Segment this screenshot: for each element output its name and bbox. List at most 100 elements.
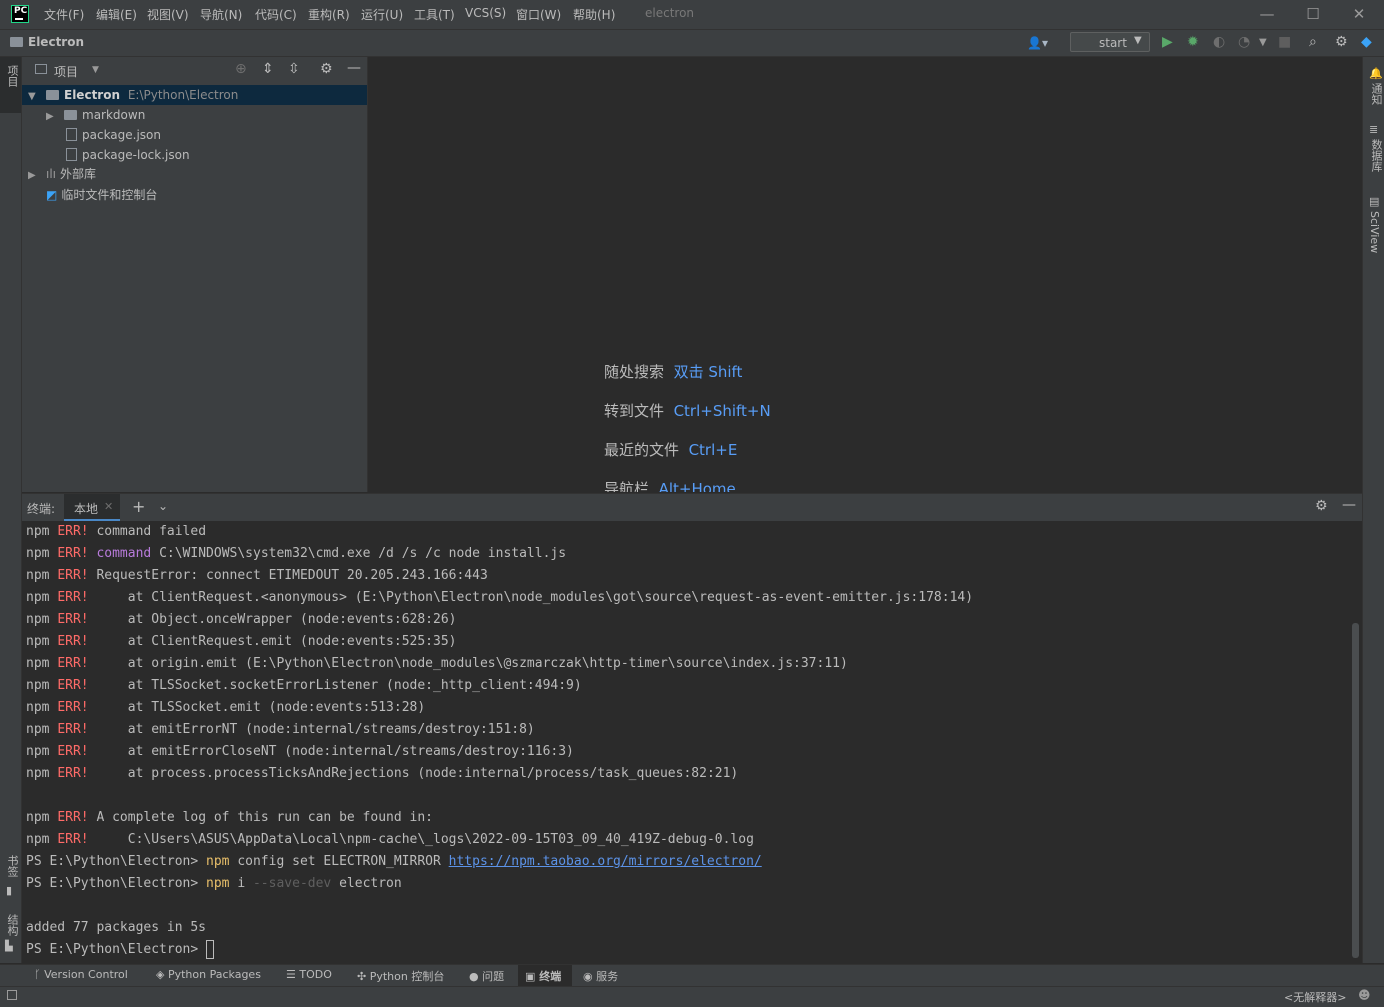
tool-python-console[interactable]: ✣ Python 控制台 [357,968,444,984]
user-icon[interactable]: 👤▾ [1027,36,1048,50]
tool-window-bar: ᚴ Version Control ◈ Python Packages ☰ TO… [0,964,1384,987]
terminal-prompt-line[interactable]: PS E:\Python\Electron> [26,939,215,961]
terminal-line: npm ERR! at TLSSocket.emit (node:events:… [26,700,426,715]
run-icon[interactable]: ▶ [1162,34,1173,50]
more-run-chevron-icon[interactable]: ▼ [1259,37,1267,48]
terminal-scrollbar[interactable] [1352,623,1359,958]
terminal-line: npm ERR! at TLSSocket.socketErrorListene… [26,678,582,693]
locate-icon[interactable]: ⊕ [235,61,247,77]
profile-icon[interactable]: ◔ [1238,34,1250,50]
hide-panel-icon[interactable]: — [347,60,361,76]
tool-problems[interactable]: ● 问题 [469,968,504,984]
database-tab[interactable]: 数据库 [1368,139,1384,172]
shortcut-label: Alt+Home [658,480,736,492]
jetbrains-toolbox-icon[interactable]: ◆ [1361,34,1372,50]
terminal-line: npm ERR! at process.processTicksAndRejec… [26,766,739,781]
sciview-icon: ▤ [1369,195,1380,208]
tool-version-control[interactable]: ᚴ Version Control [34,968,128,981]
pycharm-logo: PC [11,5,29,23]
tree-item-label: package-lock.json [82,148,190,162]
tree-root[interactable]: ▼ Electron E:\Python\Electron [22,85,367,105]
menu-vcs[interactable]: VCS(S) [465,6,506,20]
terminal-line: npm ERR! at origin.emit (E:\Python\Elect… [26,656,848,671]
terminal-tab-local[interactable]: 本地 ✕ [64,494,120,521]
minimize-button[interactable]: — [1244,4,1290,26]
close-button[interactable]: ✕ [1336,4,1382,26]
structure-tab[interactable]: 结构 [4,914,20,936]
chevron-down-icon: ▼ [1134,35,1142,46]
terminal-cursor [206,940,215,959]
breadcrumb-project[interactable]: Electron [28,35,84,49]
sciview-tab[interactable]: SciView [1368,211,1381,253]
menu-file[interactable]: 文件(F) [44,6,84,23]
project-tab-label: 项目 [6,65,19,87]
terminal-line: npm ERR! command C:\WINDOWS\system32\cmd… [26,546,567,561]
bookmark-icon: ▮ [6,884,13,897]
tool-todo[interactable]: ☰ TODO [286,968,332,981]
chevron-down-icon[interactable]: ▼ [92,65,99,75]
tree-item-label: 外部库 [60,167,97,181]
tree-item-label: 临时文件和控制台 [61,188,158,202]
right-tool-stripe: 🔔 通知 ≣ 数据库 ▤ SciView [1362,57,1384,963]
terminal-command-line: PS E:\Python\Electron> npm i --save-dev … [26,876,402,891]
shortcut-label: 双击 Shift [673,363,743,381]
terminal-title: 终端: [27,502,56,516]
navigation-bar: Electron 👤▾ start ▼ ▶ ✹ ◐ ◔ ▼ ■ ⌕ ⚙ ◆ [0,30,1384,57]
menu-window[interactable]: 窗口(W) [516,6,561,23]
menu-help[interactable]: 帮助(H) [573,6,615,23]
menu-tools[interactable]: 工具(T) [414,6,455,23]
tool-terminal[interactable]: ▣ 终端 [525,968,561,984]
tree-item-package-lock-json[interactable]: package-lock.json [22,145,367,165]
shortcut-label: Ctrl+E [688,441,738,459]
tree-item-external-libraries[interactable]: ▶ ılı 外部库 [22,164,367,184]
tool-services[interactable]: ◉ 服务 [583,968,618,984]
gear-icon[interactable]: ⚙ [1315,498,1328,514]
menu-view[interactable]: 视图(V) [147,6,189,23]
project-view-label[interactable]: 项目 [54,63,78,80]
terminal-output[interactable]: npm ERR! command failed npm ERR! command … [22,521,1362,963]
inspection-icon[interactable]: ☻ [1358,988,1371,1002]
menu-run[interactable]: 运行(U) [361,6,403,23]
tree-item-package-json[interactable]: package.json [22,125,367,145]
tree-item-markdown[interactable]: ▶ markdown [22,105,367,125]
chevron-down-icon[interactable]: ⌄ [158,499,168,513]
gear-icon[interactable]: ⚙ [1335,34,1348,50]
terminal-tab-label: 本地 [74,502,99,516]
terminal-command-line: PS E:\Python\Electron> npm config set EL… [26,854,762,869]
hint-navigation-bar: 导航栏 Alt+Home [604,478,736,492]
tree-item-scratches[interactable]: ◩ 临时文件和控制台 [22,185,367,205]
bookmarks-tab[interactable]: 书签 [4,855,20,877]
terminal-line: npm ERR! command failed [26,524,207,539]
expand-all-icon[interactable]: ⇕ [262,61,274,77]
layout-icon[interactable] [7,990,17,1000]
coverage-icon[interactable]: ◐ [1213,34,1225,50]
mirror-url-link[interactable]: https://npm.taobao.org/mirrors/electron/ [449,854,762,869]
maximize-button[interactable]: ☐ [1290,4,1336,26]
menu-navigate[interactable]: 导航(N) [200,6,242,23]
stop-icon[interactable]: ■ [1278,34,1291,50]
collapse-all-icon[interactable]: ⇳ [288,61,300,77]
run-configuration-select[interactable]: start ▼ [1070,32,1150,52]
terminal-result-line: added 77 packages in 5s [26,920,207,935]
chevron-down-icon: ▼ [28,91,36,102]
terminal-line: npm ERR! at Object.onceWrapper (node:eve… [26,612,457,627]
terminal-header: 终端: 本地 ✕ + ⌄ ⚙ — [22,493,1362,521]
menu-refactor[interactable]: 重构(R) [308,6,350,23]
project-tool-tab[interactable]: 项目 [0,57,21,113]
terminal-line: npm ERR! at emitErrorNT (node:internal/s… [26,722,535,737]
menu-code[interactable]: 代码(C) [255,6,297,23]
search-icon[interactable]: ⌕ [1309,34,1317,50]
root-name: Electron [64,88,121,102]
debug-icon[interactable]: ✹ [1187,34,1199,50]
new-tab-icon[interactable]: + [132,497,145,516]
notifications-tab[interactable]: 通知 [1368,83,1384,105]
status-bar: <无解释器> ☻ [0,986,1384,1007]
structure-icon: ▙ [5,941,13,952]
close-tab-icon[interactable]: ✕ [104,500,113,513]
gear-icon[interactable]: ⚙ [320,61,333,77]
interpreter-status[interactable]: <无解释器> [1284,989,1346,1005]
hide-panel-icon[interactable]: — [1342,497,1356,513]
menu-edit[interactable]: 编辑(E) [96,6,137,23]
folder-icon [46,89,59,100]
tool-python-packages[interactable]: ◈ Python Packages [156,968,261,981]
